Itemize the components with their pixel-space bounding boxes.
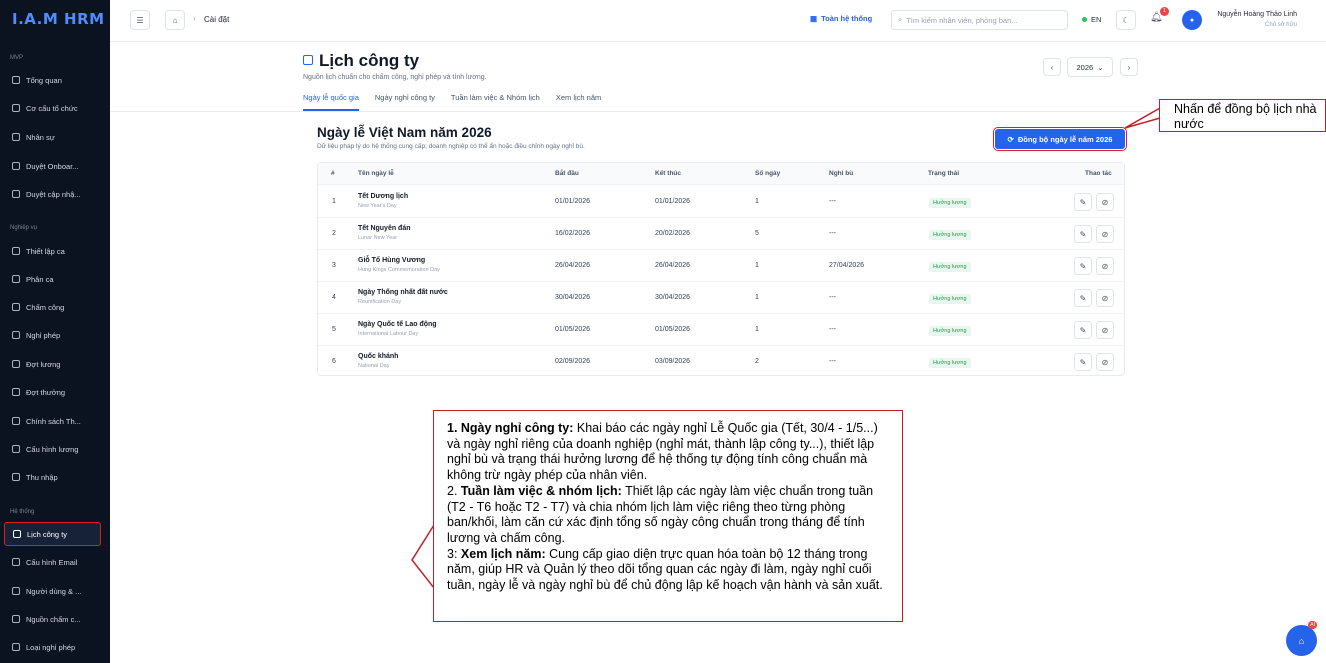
sync-callout-pointer: [1124, 106, 1161, 129]
tabs-explanation-callout: 1. Ngày nghỉ công ty: Khai báo các ngày …: [433, 410, 903, 622]
tabs-callout-pointer: [411, 522, 435, 591]
callout-heading-3: Xem lịch năm:: [460, 546, 546, 561]
callout-heading-2: Tuần làm việc & nhóm lịch:: [460, 483, 622, 498]
callout-heading-1: 1. Ngày nghỉ công ty:: [447, 421, 574, 435]
ai-badge: AI: [1308, 621, 1318, 629]
robot-icon: ⌂: [1298, 635, 1305, 646]
ai-assistant-button[interactable]: ⌂ AI: [1286, 621, 1318, 656]
sync-callout: Nhấn để đồng bộ lịch nhà nước: [1159, 99, 1326, 132]
callout-prefix-3: 3:: [447, 546, 461, 561]
callout-prefix-2: 2.: [447, 483, 461, 498]
